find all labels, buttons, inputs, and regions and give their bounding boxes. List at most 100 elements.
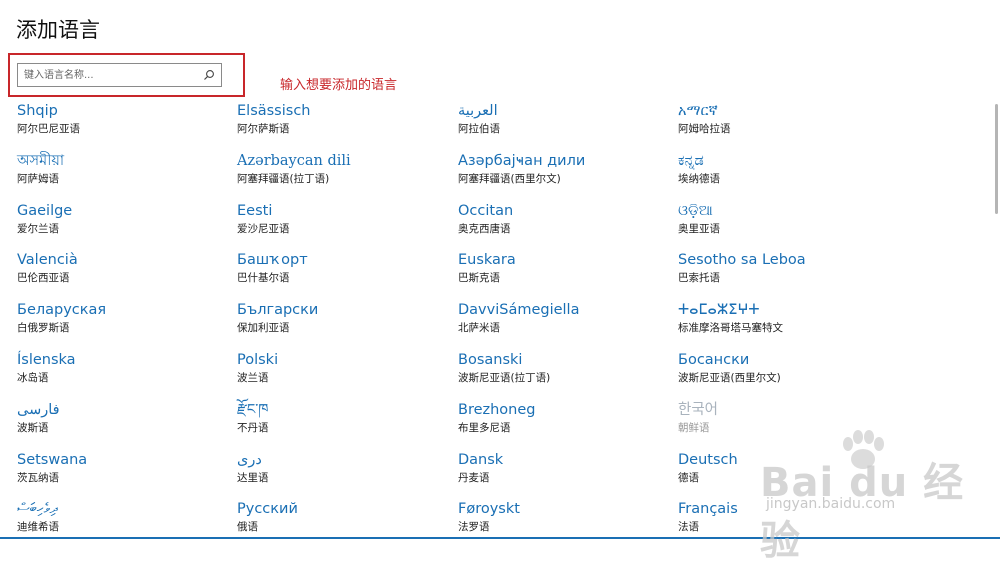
language-native-name: Euskara [458,252,516,268]
language-item[interactable]: རྫོང་ཁ 不丹语 [237,400,447,435]
language-native-name: Deutsch [678,452,738,468]
language-native-name: ଓଡ଼ିଆ [678,203,713,219]
language-item[interactable]: Føroyskt 法罗语 [458,499,668,534]
language-native-name: Азәрбајҹан дили [458,153,586,169]
language-item[interactable]: Occitan 奥克西唐语 [458,201,668,236]
language-chinese-name: 达里语 [237,472,269,484]
language-chinese-name: 丹麦语 [458,472,490,484]
page-title: 添加语言 [16,18,100,42]
language-chinese-name: 不丹语 [237,422,269,434]
language-item[interactable]: العربية 阿拉伯语 [458,101,668,136]
scrollbar[interactable] [995,104,998,214]
language-chinese-name: 阿姆哈拉语 [678,123,731,135]
language-item[interactable]: Brezhoneg 布里多尼语 [458,400,668,435]
language-chinese-name: 爱沙尼亚语 [237,223,290,235]
language-chinese-name: 波斯尼亚语(拉丁语) [458,372,551,384]
language-chinese-name: 阿尔萨斯语 [237,123,290,135]
language-native-name: Azərbaycan dili [237,153,351,169]
language-native-name: Беларуская [17,302,107,318]
language-item[interactable]: አማርኛ 阿姆哈拉语 [678,101,888,136]
language-item[interactable]: Valencià 巴伦西亚语 [17,250,227,285]
language-chinese-name: 冰岛语 [17,372,49,384]
language-native-name: DavviSámegiella [458,302,580,318]
language-item[interactable]: অসমীয়া 阿萨姆语 [17,151,227,186]
language-item[interactable]: DavviSámegiella 北萨米语 [458,300,668,335]
language-native-name: Босански [678,352,750,368]
language-native-name: ⵜⴰⵎⴰⵣⵉⵖⵜ [678,302,760,318]
language-item[interactable]: Euskara 巴斯克语 [458,250,668,285]
language-native-name: Русский [237,501,298,517]
language-item[interactable]: Deutsch 德语 [678,450,888,485]
language-item[interactable]: Elsässisch 阿尔萨斯语 [237,101,447,136]
language-native-name: Íslenska [17,352,76,368]
language-chinese-name: 茨瓦纳语 [17,472,59,484]
language-native-name: Eesti [237,203,273,219]
language-item[interactable]: Български 保加利亚语 [237,300,447,335]
language-native-name: Sesotho sa Leboa [678,252,806,268]
language-item[interactable]: Азәрбајҹан дили 阿塞拜疆语(西里尔文) [458,151,668,186]
language-native-name: Башҡорт [237,252,308,268]
language-chinese-name: 巴什基尔语 [237,272,290,284]
language-item[interactable]: Беларуская 白俄罗斯语 [17,300,227,335]
language-item[interactable]: Français 法语 [678,499,888,534]
language-native-name: ދިވެހިބަސް [17,501,58,517]
language-native-name: རྫོང་ཁ [237,402,269,418]
search-icon[interactable] [203,69,215,81]
language-native-name: العربية [458,103,498,119]
language-chinese-name: 波兰语 [237,372,269,384]
language-chinese-name: 德语 [678,472,699,484]
language-native-name: Occitan [458,203,514,219]
language-item[interactable]: Gaeilge 爱尔兰语 [17,201,227,236]
language-chinese-name: 巴伦西亚语 [17,272,70,284]
language-item[interactable]: Sesotho sa Leboa 巴索托语 [678,250,888,285]
language-native-name: Setswana [17,452,88,468]
language-chinese-name: 阿拉伯语 [458,123,500,135]
language-chinese-name: 波斯语 [17,422,49,434]
annotation-text: 输入想要添加的语言 [280,78,398,93]
search-input[interactable] [18,65,200,85]
language-item[interactable]: ଓଡ଼ିଆ 奥里亚语 [678,201,888,236]
language-native-name: 한국어 [678,402,719,418]
language-native-name: Български [237,302,319,318]
language-item[interactable]: Bosanski 波斯尼亚语(拉丁语) [458,350,668,385]
language-native-name: دری [237,452,262,468]
language-item[interactable]: Setswana 茨瓦纳语 [17,450,227,485]
language-item[interactable]: فارسی 波斯语 [17,400,227,435]
language-item[interactable]: Dansk 丹麦语 [458,450,668,485]
language-native-name: অসমীয়া [17,153,65,169]
language-chinese-name: 布里多尼语 [458,422,511,434]
language-item[interactable]: Azərbaycan dili 阿塞拜疆语(拉丁语) [237,151,447,186]
language-native-name: Valencià [17,252,78,268]
language-chinese-name: 阿塞拜疆语(拉丁语) [237,173,330,185]
language-chinese-name: 俄语 [237,521,258,533]
language-chinese-name: 波斯尼亚语(西里尔文) [678,372,781,384]
language-native-name: Polski [237,352,279,368]
language-chinese-name: 阿萨姆语 [17,173,59,185]
language-native-name: فارسی [17,402,60,418]
language-native-name: Føroyskt [458,501,520,517]
language-item[interactable]: 한국어 朝鲜语 [678,400,888,435]
language-native-name: Français [678,501,738,517]
search-box[interactable] [17,63,222,87]
language-item[interactable]: Eesti 爱沙尼亚语 [237,201,447,236]
language-native-name: አማርኛ [678,103,718,119]
language-chinese-name: 法语 [678,521,699,533]
language-chinese-name: 阿尔巴尼亚语 [17,123,80,135]
language-chinese-name: 白俄罗斯语 [17,322,70,334]
language-item[interactable]: ಕನ್ನಡ 埃纳德语 [678,151,888,186]
language-item[interactable]: Башҡорт 巴什基尔语 [237,250,447,285]
language-item[interactable]: Босански 波斯尼亚语(西里尔文) [678,350,888,385]
language-chinese-name: 迪维希语 [17,521,59,533]
language-chinese-name: 奥克西唐语 [458,223,511,235]
language-item[interactable]: دری 达里语 [237,450,447,485]
language-item[interactable]: ދިވެހިބަސް 迪维希语 [17,499,227,534]
language-native-name: Gaeilge [17,203,73,219]
language-item[interactable]: Shqip 阿尔巴尼亚语 [17,101,227,136]
language-item[interactable]: ⵜⴰⵎⴰⵣⵉⵖⵜ 标准摩洛哥塔马塞特文 [678,300,888,335]
language-chinese-name: 埃纳德语 [678,173,720,185]
language-native-name: Brezhoneg [458,402,536,418]
language-item[interactable]: Русский 俄语 [237,499,447,534]
language-item[interactable]: Polski 波兰语 [237,350,447,385]
language-chinese-name: 朝鲜语 [678,422,710,434]
language-item[interactable]: Íslenska 冰岛语 [17,350,227,385]
